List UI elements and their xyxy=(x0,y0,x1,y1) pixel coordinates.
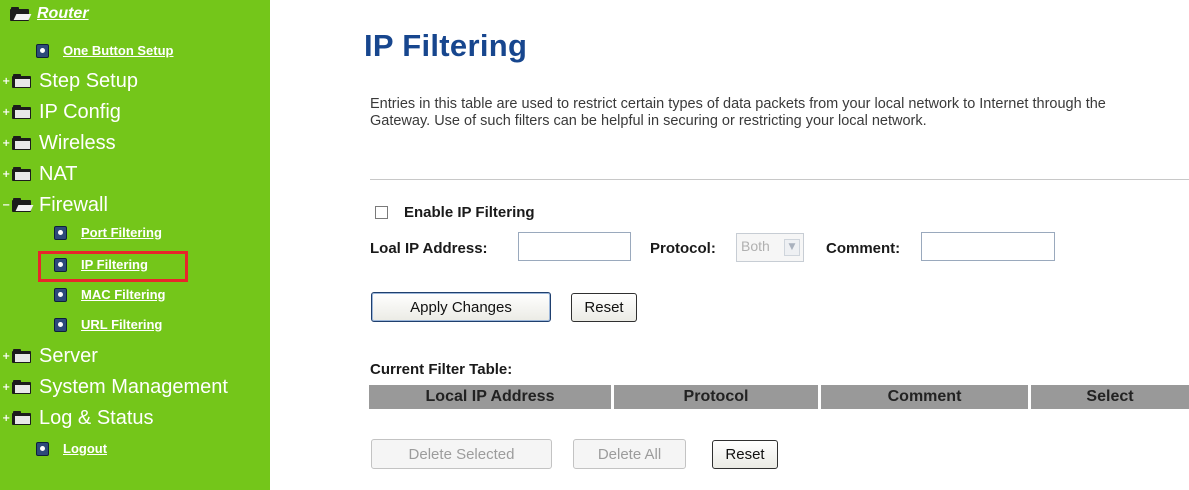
expand-plus-icon[interactable]: + xyxy=(2,383,10,393)
current-filter-table-label: Current Filter Table: xyxy=(370,361,513,378)
chevron-down-icon: ▼ xyxy=(784,239,800,256)
divider xyxy=(370,179,1189,180)
comment-label: Comment: xyxy=(826,240,901,257)
table-reset-button[interactable]: Reset xyxy=(712,440,778,469)
collapse-minus-icon[interactable]: − xyxy=(2,201,10,211)
sidebar-item-firewall[interactable]: − Firewall xyxy=(2,194,108,217)
folder-icon xyxy=(12,167,31,182)
folder-icon xyxy=(12,105,31,120)
expand-plus-icon[interactable]: + xyxy=(2,170,10,180)
protocol-select-value: Both xyxy=(741,238,770,254)
page-icon xyxy=(54,287,67,302)
page-icon xyxy=(54,225,67,240)
sidebar-item-label[interactable]: Log & Status xyxy=(39,407,154,430)
folder-open-icon xyxy=(10,6,32,22)
sidebar-item-wireless[interactable]: + Wireless xyxy=(2,132,116,155)
sidebar-item-label[interactable]: One Button Setup xyxy=(63,43,174,58)
delete-selected-button[interactable]: Delete Selected xyxy=(371,439,552,469)
comment-input[interactable] xyxy=(921,232,1055,261)
sidebar-item-label[interactable]: Server xyxy=(39,345,98,368)
sidebar-item-label[interactable]: Firewall xyxy=(39,194,108,217)
filter-table-header: Local IP Address Protocol Comment Select xyxy=(369,385,1189,409)
page-icon xyxy=(54,317,67,332)
sidebar-item-mac-filtering[interactable]: MAC Filtering xyxy=(54,287,166,302)
column-header-protocol: Protocol xyxy=(614,385,818,409)
delete-all-button[interactable]: Delete All xyxy=(573,439,686,469)
folder-icon xyxy=(12,380,31,395)
expand-plus-icon[interactable]: + xyxy=(2,352,10,362)
sidebar-nav: Router One Button Setup + Step Setup + I… xyxy=(0,0,270,490)
folder-icon xyxy=(12,349,31,364)
enable-ip-filtering-checkbox[interactable] xyxy=(375,206,388,219)
expand-plus-icon[interactable]: + xyxy=(2,414,10,424)
expand-plus-icon[interactable]: + xyxy=(2,77,10,87)
expand-plus-icon[interactable]: + xyxy=(2,108,10,118)
sidebar-item-nat[interactable]: + NAT xyxy=(2,163,78,186)
protocol-label: Protocol: xyxy=(650,240,716,257)
sidebar-item-port-filtering[interactable]: Port Filtering xyxy=(54,225,162,240)
sidebar-item-label[interactable]: URL Filtering xyxy=(81,317,162,332)
sidebar-item-url-filtering[interactable]: URL Filtering xyxy=(54,317,162,332)
selected-item-highlight xyxy=(38,251,188,282)
sidebar-item-label[interactable]: Step Setup xyxy=(39,70,138,93)
column-header-select: Select xyxy=(1031,385,1189,409)
sidebar-root-router[interactable]: Router xyxy=(10,5,89,23)
page-icon xyxy=(36,441,49,456)
expand-plus-icon[interactable]: + xyxy=(2,139,10,149)
protocol-select[interactable]: Both ▼ xyxy=(736,233,804,262)
sidebar-item-one-button-setup[interactable]: One Button Setup xyxy=(36,43,174,58)
sidebar-item-ip-config[interactable]: + IP Config xyxy=(2,101,121,124)
page-description: Entries in this table are used to restri… xyxy=(370,96,1106,129)
sidebar-item-step-setup[interactable]: + Step Setup xyxy=(2,70,138,93)
sidebar-item-label[interactable]: System Management xyxy=(39,376,228,399)
folder-icon xyxy=(12,136,31,151)
column-header-local-ip: Local IP Address xyxy=(369,385,611,409)
reset-button[interactable]: Reset xyxy=(571,293,637,322)
column-header-comment: Comment xyxy=(821,385,1028,409)
sidebar-item-label[interactable]: Logout xyxy=(63,441,107,456)
sidebar-item-label[interactable]: IP Config xyxy=(39,101,121,124)
sidebar-item-server[interactable]: + Server xyxy=(2,345,98,368)
sidebar-item-system-management[interactable]: + System Management xyxy=(2,376,228,399)
sidebar-item-label[interactable]: MAC Filtering xyxy=(81,287,166,302)
local-ip-address-label: Loal IP Address: xyxy=(370,240,488,257)
page-title: IP Filtering xyxy=(364,28,528,63)
apply-changes-button[interactable]: Apply Changes xyxy=(371,292,551,322)
sidebar-item-logout[interactable]: Logout xyxy=(36,441,107,456)
page-icon xyxy=(36,43,49,58)
sidebar-item-label[interactable]: Port Filtering xyxy=(81,225,162,240)
folder-icon xyxy=(12,411,31,426)
enable-ip-filtering-label: Enable IP Filtering xyxy=(404,204,535,221)
sidebar-item-log-status[interactable]: + Log & Status xyxy=(2,407,154,430)
sidebar-root-label[interactable]: Router xyxy=(37,5,89,23)
local-ip-address-input[interactable] xyxy=(518,232,631,261)
folder-open-icon xyxy=(12,198,34,213)
sidebar-item-label[interactable]: Wireless xyxy=(39,132,116,155)
folder-icon xyxy=(12,74,31,89)
sidebar-item-label[interactable]: NAT xyxy=(39,163,78,186)
